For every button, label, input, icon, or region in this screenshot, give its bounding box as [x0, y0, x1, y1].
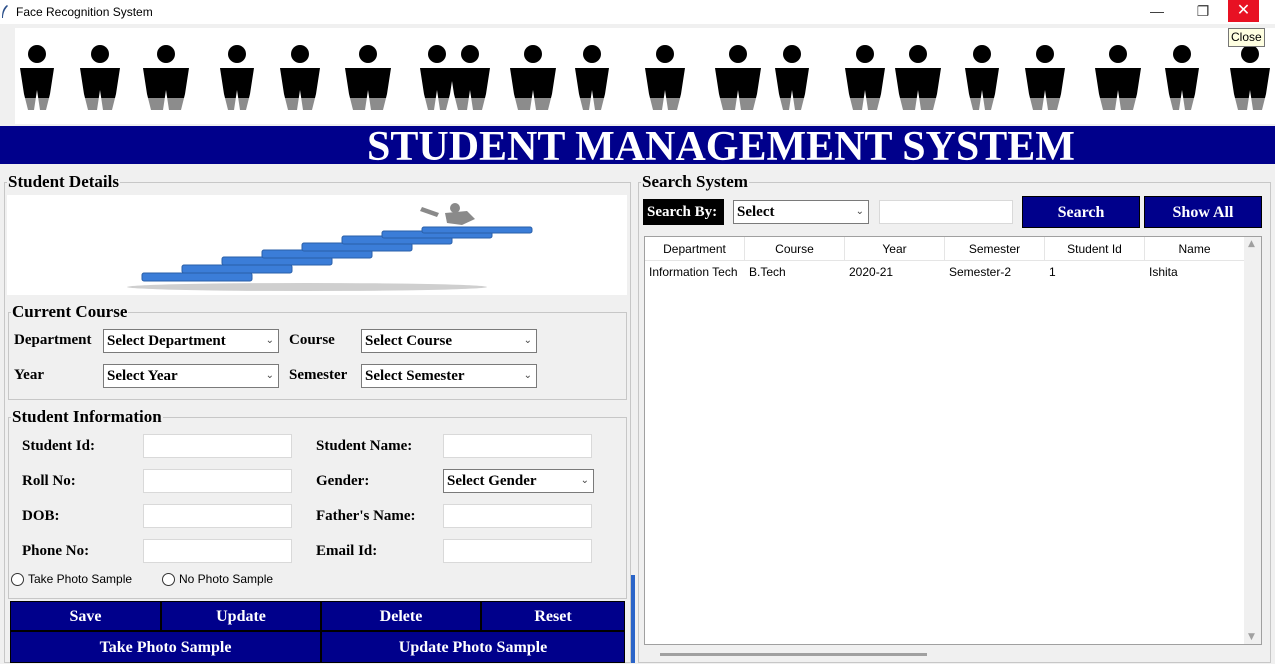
current-course-title: Current Course	[12, 302, 128, 321]
delete-button[interactable]: Delete	[321, 601, 481, 631]
close-tooltip: Close	[1228, 28, 1265, 47]
chevron-down-icon: ⌄	[855, 206, 864, 217]
column-header-name[interactable]: Name	[1145, 237, 1245, 261]
feather-icon	[2, 5, 8, 18]
year-label: Year	[14, 367, 44, 383]
father-name-input[interactable]	[443, 504, 592, 528]
dob-input[interactable]	[143, 504, 292, 528]
reset-button[interactable]: Reset	[481, 601, 625, 631]
email-label: Email Id:	[316, 543, 378, 559]
gender-select-value: Select Gender	[447, 473, 537, 489]
chevron-down-icon: ⌄	[523, 370, 532, 381]
semester-select-value: Select Semester	[365, 368, 465, 384]
search-by-label: Search By:	[643, 199, 724, 225]
maximize-button[interactable]: ❐	[1180, 0, 1226, 22]
roll-no-label: Roll No:	[22, 473, 76, 489]
save-button[interactable]: Save	[10, 601, 161, 631]
gender-label: Gender:	[316, 473, 370, 489]
semester-label: Semester	[289, 367, 348, 383]
page-title: STUDENT MANAGEMENT SYSTEM	[0, 126, 1275, 164]
table-cell-semester: Semester-2	[949, 265, 1012, 279]
column-header-department[interactable]: Department	[645, 237, 745, 261]
student-name-input[interactable]	[443, 434, 592, 458]
student-table[interactable]: Department Course Year Semester Student …	[644, 236, 1262, 645]
student-id-label: Student Id:	[22, 438, 95, 454]
student-information-title: Student Information	[12, 407, 162, 426]
scroll-up-icon[interactable]: ▲	[1248, 239, 1255, 249]
chevron-down-icon: ⌄	[523, 335, 532, 346]
table-header: Department Course Year Semester Student …	[645, 237, 1245, 261]
course-label: Course	[289, 332, 335, 348]
column-header-course[interactable]: Course	[745, 237, 845, 261]
search-input[interactable]	[879, 200, 1013, 224]
radio-circle-icon	[11, 573, 24, 586]
course-select-value: Select Course	[365, 333, 453, 349]
table-cell-course: B.Tech	[749, 265, 786, 279]
table-cell-student-id: 1	[1049, 265, 1056, 279]
year-select[interactable]: Select Year ⌄	[103, 364, 279, 388]
close-button[interactable]: ✕	[1228, 0, 1259, 22]
search-by-select-value: Select	[737, 204, 775, 220]
update-photo-sample-button[interactable]: Update Photo Sample	[321, 631, 625, 663]
scroll-down-icon[interactable]: ▼	[1248, 632, 1255, 642]
phone-input[interactable]	[143, 539, 292, 563]
chevron-down-icon: ⌄	[580, 475, 589, 486]
column-header-student-id[interactable]: Student Id	[1045, 237, 1145, 261]
student-details-title: Student Details	[8, 172, 119, 191]
email-input[interactable]	[443, 539, 592, 563]
student-id-input[interactable]	[143, 434, 292, 458]
gender-select[interactable]: Select Gender ⌄	[443, 469, 594, 493]
left-scrollbar[interactable]	[631, 575, 635, 663]
window-title: Face Recognition System	[16, 5, 153, 19]
take-photo-sample-button[interactable]: Take Photo Sample	[10, 631, 321, 663]
search-button[interactable]: Search	[1022, 196, 1140, 228]
column-header-year[interactable]: Year	[845, 237, 945, 261]
show-all-button[interactable]: Show All	[1144, 196, 1262, 228]
year-select-value: Select Year	[107, 368, 178, 384]
stairs-image	[7, 195, 627, 295]
take-photo-radio[interactable]: Take Photo Sample	[11, 572, 132, 586]
table-cell-department: Information Tech	[649, 265, 738, 279]
no-photo-radio-label: No Photo Sample	[179, 572, 274, 586]
student-name-label: Student Name:	[316, 438, 413, 454]
no-photo-radio[interactable]: No Photo Sample	[162, 572, 273, 586]
roll-no-input[interactable]	[143, 469, 292, 493]
semester-select[interactable]: Select Semester ⌄	[361, 364, 537, 388]
department-select-value: Select Department	[107, 333, 226, 349]
minimize-button[interactable]: —	[1134, 0, 1180, 22]
department-select[interactable]: Select Department ⌄	[103, 329, 279, 353]
search-by-select[interactable]: Select ⌄	[733, 200, 869, 224]
table-cell-name: Ishita	[1149, 265, 1178, 279]
table-cell-year: 2020-21	[849, 265, 894, 279]
search-system-title: Search System	[642, 172, 748, 191]
department-label: Department	[14, 332, 92, 348]
banner-silhouettes-image	[15, 28, 1275, 124]
radio-circle-icon	[162, 573, 175, 586]
chevron-down-icon: ⌄	[265, 370, 274, 381]
update-button[interactable]: Update	[161, 601, 321, 631]
dob-label: DOB:	[22, 508, 60, 524]
column-header-semester[interactable]: Semester	[945, 237, 1045, 261]
phone-label: Phone No:	[22, 543, 90, 559]
father-name-label: Father's Name:	[316, 508, 416, 524]
window-titlebar: Face Recognition System — ❐ ✕	[0, 0, 1275, 24]
table-vertical-scrollbar[interactable]: ▲ ▼	[1244, 237, 1261, 644]
course-select[interactable]: Select Course ⌄	[361, 329, 537, 353]
take-photo-radio-label: Take Photo Sample	[28, 572, 133, 586]
table-horizontal-scrollbar[interactable]	[660, 653, 927, 656]
chevron-down-icon: ⌄	[265, 335, 274, 346]
